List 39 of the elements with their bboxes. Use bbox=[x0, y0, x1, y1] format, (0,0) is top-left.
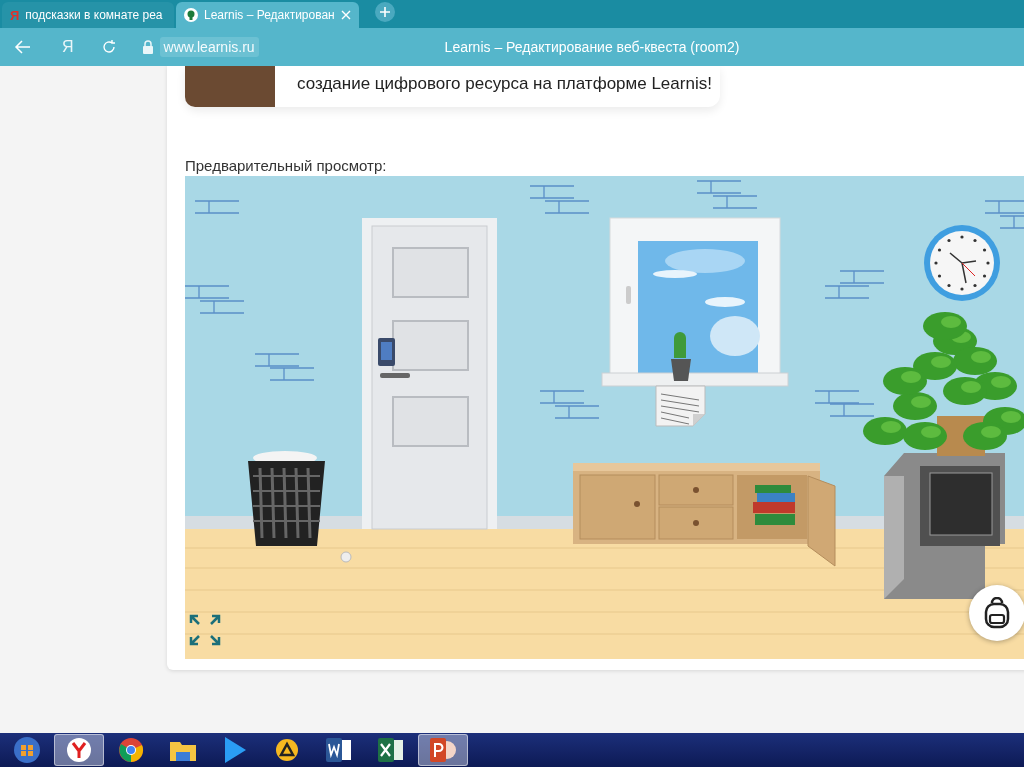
powerpoint-icon bbox=[429, 737, 457, 763]
brick-drawing bbox=[539, 390, 585, 404]
brick-drawing bbox=[712, 195, 758, 209]
brick-drawing bbox=[185, 285, 230, 299]
lock-icon bbox=[141, 40, 154, 54]
brick-drawing bbox=[254, 353, 300, 367]
preview-label: Предварительный просмотр: bbox=[185, 157, 388, 175]
brick-drawing bbox=[829, 403, 875, 417]
browser-tab[interactable]: Learnis – Редактирован bbox=[176, 2, 359, 28]
books-drawing bbox=[753, 485, 795, 525]
cactus-drawing bbox=[671, 332, 691, 381]
bulb-icon bbox=[184, 8, 198, 22]
brick-drawing bbox=[269, 367, 315, 381]
y-letter-icon bbox=[66, 737, 92, 763]
chrome-icon bbox=[118, 737, 144, 763]
brick-drawing bbox=[696, 180, 742, 194]
browser-tab[interactable]: Я подсказки в комнате реа bbox=[2, 2, 174, 28]
fullscreen-icon[interactable] bbox=[188, 613, 222, 647]
brick-drawing bbox=[554, 405, 600, 419]
yandex-button[interactable]: Я bbox=[62, 38, 74, 56]
brick-drawing bbox=[194, 200, 240, 214]
brick-drawing bbox=[824, 285, 870, 299]
brick-drawing bbox=[199, 300, 245, 314]
note-drawing bbox=[655, 385, 706, 427]
brick-drawing bbox=[814, 390, 860, 404]
address-field[interactable]: www.learnis.ru bbox=[159, 37, 259, 57]
excel-icon bbox=[377, 737, 405, 763]
paper-ball-drawing bbox=[340, 551, 352, 563]
play-icon bbox=[223, 736, 247, 764]
tab-favicon: Я bbox=[10, 7, 20, 23]
page-title: Learnis – Редактирование веб-квеста (room2) bbox=[444, 39, 740, 55]
word-icon bbox=[325, 737, 353, 763]
info-text: создание цифрового ресурса на платформе Learnis! bbox=[297, 73, 712, 94]
new-tab-icon[interactable] bbox=[374, 2, 395, 22]
start-orb-icon bbox=[13, 736, 41, 764]
brick-drawing bbox=[529, 185, 575, 199]
brick-drawing bbox=[544, 200, 590, 214]
brick-drawing bbox=[839, 270, 885, 284]
backpack-icon bbox=[982, 597, 1012, 629]
